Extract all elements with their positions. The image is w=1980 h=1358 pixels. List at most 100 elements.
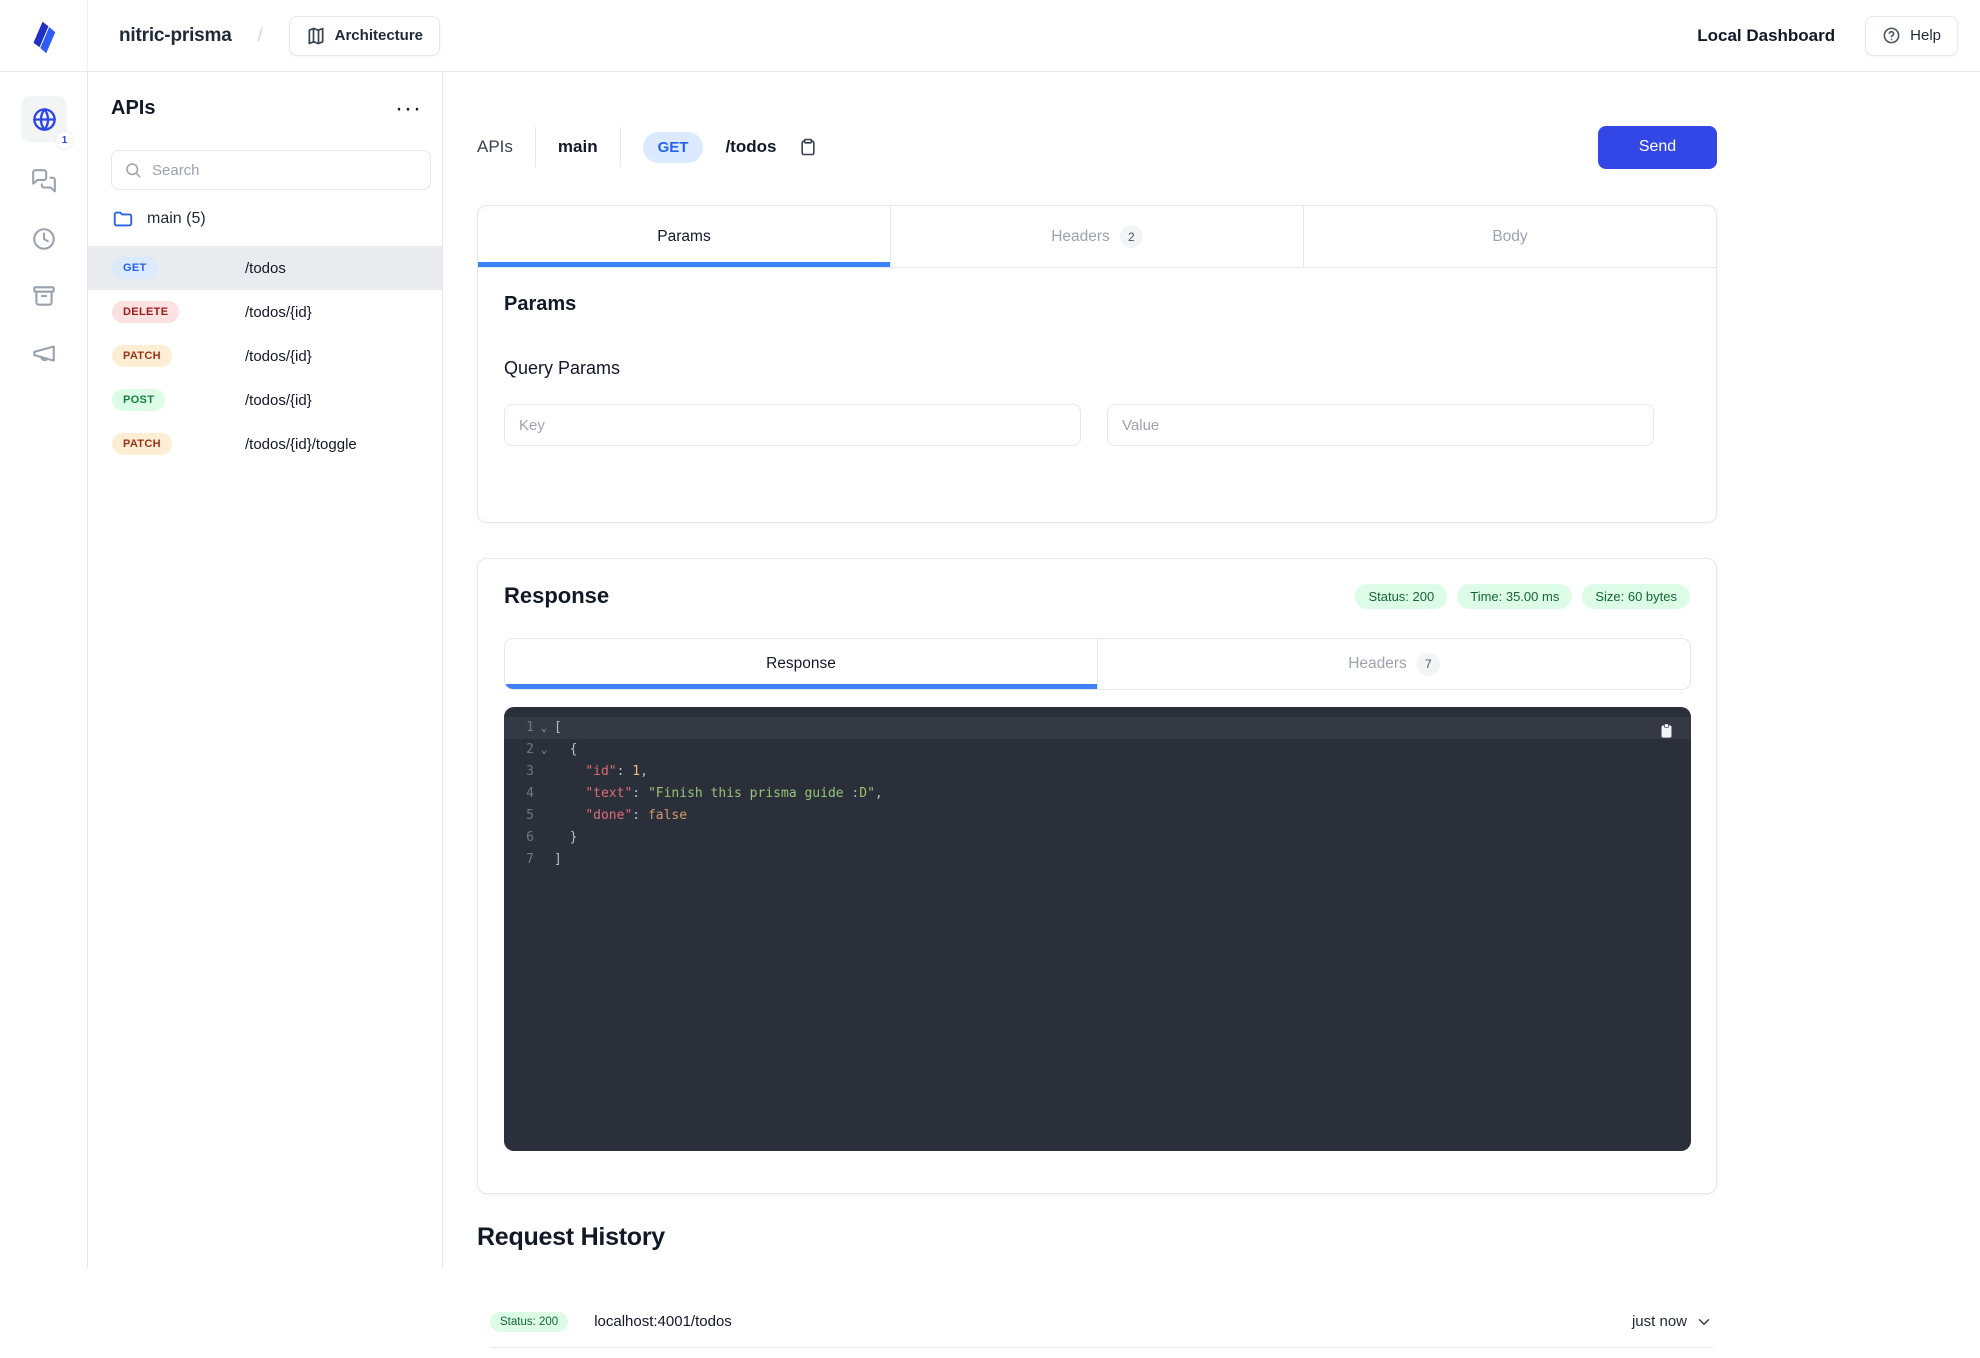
send-button[interactable]: Send <box>1598 126 1717 169</box>
time-badge: Time: 35.00 ms <box>1457 584 1572 609</box>
response-header: Response Status: 200 Time: 35.00 ms Size… <box>504 583 1690 609</box>
api-folder[interactable]: main (5) <box>112 208 206 230</box>
params-heading: Params <box>504 293 576 316</box>
rail-item-schedules[interactable] <box>31 226 57 252</box>
rail-item-websockets[interactable] <box>31 168 57 194</box>
code-line: 5 "done": false <box>504 805 1691 827</box>
query-value-input[interactable] <box>1107 404 1654 446</box>
chat-bubbles-icon <box>31 168 57 194</box>
copy-response-button[interactable] <box>1658 721 1675 740</box>
folder-icon <box>112 208 134 230</box>
breadcrumb-api-name: main <box>558 137 598 157</box>
local-dashboard-page: nitric-prisma / Architecture Local Dashb… <box>0 0 1980 1358</box>
request-history-heading: Request History <box>477 1223 665 1252</box>
help-label: Help <box>1910 27 1941 44</box>
method-badge: GET <box>112 257 158 279</box>
code-line: 4 "text": "Finish this prisma guide :D", <box>504 783 1691 805</box>
query-key-input[interactable] <box>504 404 1081 446</box>
project-name: nitric-prisma <box>119 25 232 47</box>
endpoint-row-post-todo[interactable]: POST /todos/{id} <box>88 378 442 422</box>
tab-response-headers[interactable]: Headers 7 <box>1097 639 1690 689</box>
dashboard-title: Local Dashboard <box>1697 26 1835 46</box>
history-url: localhost:4001/todos <box>594 1313 732 1330</box>
method-badge: PATCH <box>112 345 172 367</box>
breadcrumb-root: APIs <box>477 137 513 157</box>
code-line: 7] <box>504 849 1691 871</box>
endpoint-row-patch-todo[interactable]: PATCH /todos/{id} <box>88 334 442 378</box>
archive-box-icon <box>31 283 57 309</box>
tab-body-label: Body <box>1492 228 1527 246</box>
header-right: Local Dashboard Help <box>1697 16 1980 56</box>
copy-path-button[interactable] <box>798 137 818 157</box>
help-button[interactable]: Help <box>1865 16 1958 56</box>
top-header: nitric-prisma / Architecture Local Dashb… <box>0 0 1980 72</box>
megaphone-icon <box>31 340 57 366</box>
breadcrumb-method-badge: GET <box>643 132 704 163</box>
endpoint-row-delete-todo[interactable]: DELETE /todos/{id} <box>88 290 442 334</box>
logo-container[interactable] <box>0 0 88 72</box>
method-badge: PATCH <box>112 433 172 455</box>
apis-panel-header: APIs ··· <box>111 97 422 120</box>
response-heading: Response <box>504 583 609 609</box>
rail-item-apis[interactable]: 1 <box>21 96 67 142</box>
history-entry-row[interactable]: Status: 200 localhost:4001/todos just no… <box>490 1296 1713 1348</box>
architecture-button[interactable]: Architecture <box>289 16 440 56</box>
query-params-form <box>504 404 1654 446</box>
icon-rail: 1 <box>0 72 88 1268</box>
rail-item-topics[interactable] <box>31 340 57 366</box>
tab-response-label: Response <box>766 655 836 673</box>
endpoint-path: /todos/{id} <box>245 304 312 321</box>
history-time: just now <box>1632 1313 1713 1331</box>
code-line: 3 "id": 1, <box>504 761 1691 783</box>
apis-sidebar: APIs ··· main (5) GET /todos <box>88 72 443 1268</box>
clipboard-icon <box>1658 721 1675 740</box>
chevron-down-icon[interactable] <box>1695 1313 1713 1331</box>
response-meta-badges: Status: 200 Time: 35.00 ms Size: 60 byte… <box>1355 584 1690 609</box>
tab-body[interactable]: Body <box>1303 206 1716 267</box>
code-line: 6 } <box>504 827 1691 849</box>
response-card: Response Status: 200 Time: 35.00 ms Size… <box>477 558 1717 1194</box>
apis-count-badge: 1 <box>56 132 73 149</box>
response-body-viewer[interactable]: 1⌄[2⌄ {3 "id": 1,4 "text": "Finish this … <box>504 707 1691 1151</box>
folder-label: main (5) <box>147 210 206 228</box>
breadcrumb-divider <box>620 127 621 167</box>
rail-item-storage[interactable] <box>31 283 57 309</box>
search-box <box>111 150 431 190</box>
tab-response[interactable]: Response <box>505 639 1097 689</box>
request-tabs: Params Headers 2 Body <box>478 206 1716 268</box>
tab-params[interactable]: Params <box>478 206 890 267</box>
method-badge: POST <box>112 389 165 411</box>
headers-count-badge: 2 <box>1120 225 1143 248</box>
breadcrumb-separator: / <box>258 25 263 46</box>
endpoint-row-patch-todo-toggle[interactable]: PATCH /todos/{id}/toggle <box>88 422 442 466</box>
response-tabs: Response Headers 7 <box>504 638 1691 690</box>
endpoint-path: /todos/{id}/toggle <box>245 436 357 453</box>
tab-params-label: Params <box>657 228 710 246</box>
history-status-badge: Status: 200 <box>490 1312 568 1332</box>
status-badge: Status: 200 <box>1355 584 1447 609</box>
map-icon <box>306 26 326 46</box>
tab-response-headers-label: Headers <box>1348 655 1407 673</box>
nitric-logo-icon <box>28 18 60 54</box>
endpoint-path: /todos <box>245 260 286 277</box>
endpoint-path: /todos/{id} <box>245 392 312 409</box>
method-badge: DELETE <box>112 301 179 323</box>
response-code-lines: 1⌄[2⌄ {3 "id": 1,4 "text": "Finish this … <box>504 717 1691 871</box>
code-line: 1⌄[ <box>504 717 1691 739</box>
code-line: 2⌄ { <box>504 739 1691 761</box>
header-left: nitric-prisma / Architecture <box>88 16 440 56</box>
history-time-label: just now <box>1632 1313 1687 1330</box>
request-breadcrumb: APIs main GET /todos Send <box>477 125 1717 169</box>
help-circle-icon <box>1882 26 1901 45</box>
query-params-heading: Query Params <box>504 358 620 379</box>
search-input[interactable] <box>152 162 418 179</box>
tab-headers[interactable]: Headers 2 <box>890 206 1303 267</box>
endpoint-row-get-todos[interactable]: GET /todos <box>88 246 442 290</box>
clipboard-icon <box>798 137 818 157</box>
apis-menu-button[interactable]: ··· <box>395 104 422 114</box>
response-headers-count-badge: 7 <box>1417 653 1440 676</box>
main-content: APIs main GET /todos Send Params Heade <box>443 72 1980 1358</box>
endpoint-path: /todos/{id} <box>245 348 312 365</box>
breadcrumb-path: /todos <box>725 137 776 157</box>
architecture-label: Architecture <box>335 27 423 44</box>
